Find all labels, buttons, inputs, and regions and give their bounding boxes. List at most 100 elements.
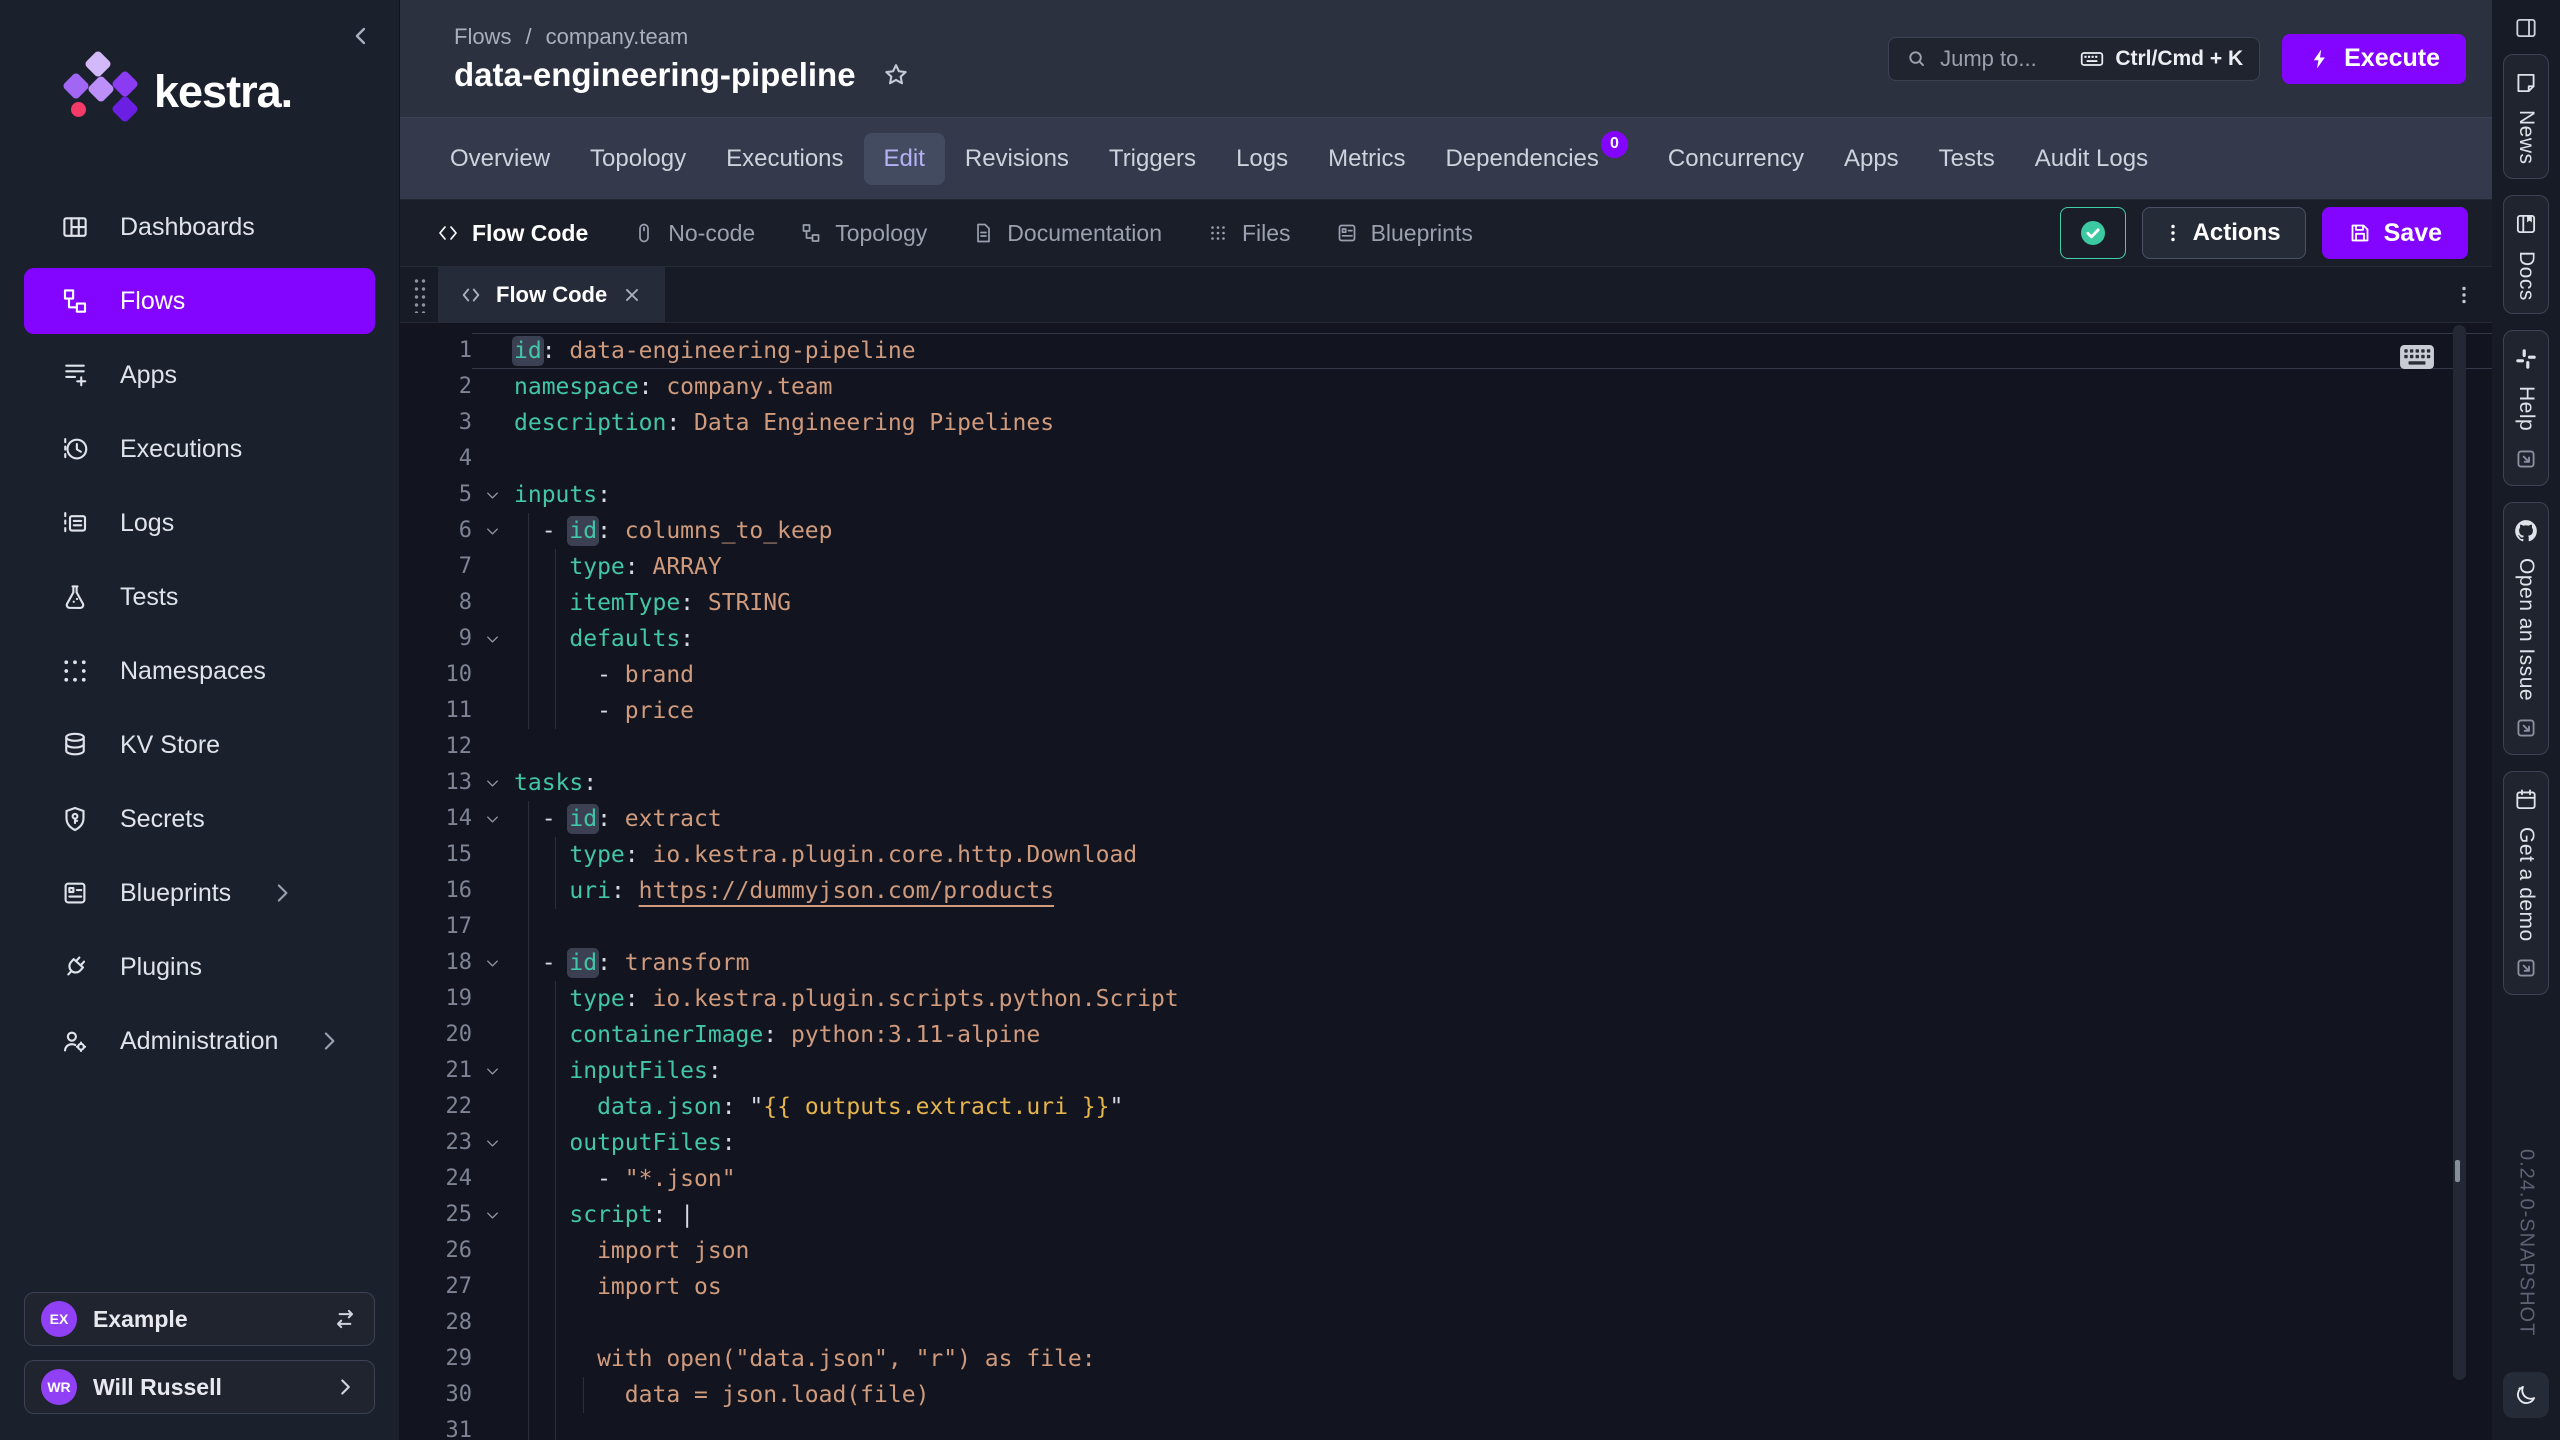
- view-no-code[interactable]: No-code: [632, 220, 755, 247]
- rail-docs-button[interactable]: Docs: [2503, 195, 2549, 315]
- fold-chevron-down-icon[interactable]: [472, 1053, 512, 1089]
- fold-chevron-down-icon[interactable]: [472, 1197, 512, 1233]
- sidebar-item-apps[interactable]: Apps: [24, 342, 375, 408]
- code-line[interactable]: 21 inputFiles:: [400, 1053, 2492, 1089]
- theme-toggle-button[interactable]: [2503, 1372, 2549, 1418]
- tab-label: Metrics: [1328, 145, 1405, 173]
- code-line[interactable]: 23 outputFiles:: [400, 1125, 2492, 1161]
- tab-revisions[interactable]: Revisions: [945, 133, 1089, 185]
- code-line[interactable]: 19 type: io.kestra.plugin.scripts.python…: [400, 981, 2492, 1017]
- code-line[interactable]: 7 type: ARRAY: [400, 549, 2492, 585]
- code-line[interactable]: 10 - brand: [400, 657, 2492, 693]
- code-line[interactable]: 17: [400, 909, 2492, 945]
- code-line[interactable]: 15 type: io.kestra.plugin.core.http.Down…: [400, 837, 2492, 873]
- code-line[interactable]: 27 import os: [400, 1269, 2492, 1305]
- rail-get-a-demo-button[interactable]: Get a demo: [2503, 771, 2549, 996]
- editor-tab-flow-code[interactable]: Flow Code: [438, 267, 665, 322]
- panel-toggle-icon[interactable]: [2506, 8, 2546, 48]
- collapse-sidebar-icon[interactable]: [347, 22, 375, 50]
- validation-status-button[interactable]: [2060, 207, 2126, 259]
- sidebar-item-dashboards[interactable]: Dashboards: [24, 194, 375, 260]
- sidebar-item-kv-store[interactable]: KV Store: [24, 712, 375, 778]
- rail-open-an-issue-button[interactable]: Open an Issue: [2503, 502, 2549, 755]
- code-line[interactable]: 8 itemType: STRING: [400, 585, 2492, 621]
- rail-help-button[interactable]: Help: [2503, 330, 2549, 485]
- code-line[interactable]: 31: [400, 1413, 2492, 1440]
- code-line[interactable]: 28: [400, 1305, 2492, 1341]
- sidebar-item-blueprints[interactable]: Blueprints: [24, 860, 375, 926]
- code-editor[interactable]: 1id: data-engineering-pipeline2namespace…: [400, 323, 2492, 1440]
- sidebar-item-namespaces[interactable]: Namespaces: [24, 638, 375, 704]
- code-line[interactable]: 22 data.json: "{{ outputs.extract.uri }}…: [400, 1089, 2492, 1125]
- code-line[interactable]: 13tasks:: [400, 765, 2492, 801]
- tab-topology[interactable]: Topology: [570, 133, 706, 185]
- fold-chevron-down-icon[interactable]: [472, 945, 512, 981]
- rail-news-button[interactable]: News: [2503, 54, 2549, 179]
- code-line[interactable]: 16 uri: https://dummyjson.com/products: [400, 873, 2492, 909]
- code-line[interactable]: 18 - id: transform: [400, 945, 2492, 981]
- fold-chevron-down-icon[interactable]: [472, 801, 512, 837]
- code-line[interactable]: 29 with open("data.json", "r") as file:: [400, 1341, 2492, 1377]
- code-line[interactable]: 11 - price: [400, 693, 2492, 729]
- view-files[interactable]: Files: [1206, 220, 1291, 247]
- fold-chevron-down-icon[interactable]: [472, 513, 512, 549]
- code-line[interactable]: 24 - "*.json": [400, 1161, 2492, 1197]
- tenant-switcher[interactable]: EX Example: [24, 1292, 375, 1346]
- executions-icon: [60, 434, 90, 464]
- sidebar-item-label: Logs: [120, 509, 174, 538]
- tab-dependencies[interactable]: Dependencies0: [1425, 133, 1647, 185]
- tab-audit-logs[interactable]: Audit Logs: [2015, 133, 2168, 185]
- fold-chevron-down-icon[interactable]: [472, 477, 512, 513]
- code-line[interactable]: 3description: Data Engineering Pipelines: [400, 405, 2492, 441]
- sidebar-item-secrets[interactable]: Secrets: [24, 786, 375, 852]
- execute-button[interactable]: Execute: [2282, 34, 2466, 84]
- tab-apps[interactable]: Apps: [1824, 133, 1919, 185]
- code-line[interactable]: 2namespace: company.team: [400, 369, 2492, 405]
- view-label: Flow Code: [472, 220, 588, 247]
- jump-to-search[interactable]: Jump to... Ctrl/Cmd + K: [1888, 37, 2260, 81]
- tab-concurrency[interactable]: Concurrency: [1648, 133, 1824, 185]
- tab-metrics[interactable]: Metrics: [1308, 133, 1425, 185]
- sidebar-item-administration[interactable]: Administration: [24, 1008, 375, 1074]
- sidebar-item-logs[interactable]: Logs: [24, 490, 375, 556]
- editor-menu-icon[interactable]: [2452, 283, 2476, 307]
- breadcrumb-flows[interactable]: Flows: [454, 24, 511, 50]
- editor-scrollbar[interactable]: [2453, 325, 2466, 1380]
- tab-tests[interactable]: Tests: [1919, 133, 2015, 185]
- code-line[interactable]: 9 defaults:: [400, 621, 2492, 657]
- code-line[interactable]: 5inputs:: [400, 477, 2492, 513]
- actions-button[interactable]: Actions: [2142, 207, 2306, 259]
- view-blueprints[interactable]: Blueprints: [1335, 220, 1473, 247]
- code-line[interactable]: 26 import json: [400, 1233, 2492, 1269]
- tab-overview[interactable]: Overview: [430, 133, 570, 185]
- user-menu[interactable]: WR Will Russell: [24, 1360, 375, 1414]
- sidebar-item-executions[interactable]: Executions: [24, 416, 375, 482]
- fold-chevron-down-icon[interactable]: [472, 1125, 512, 1161]
- code-line[interactable]: 20 containerImage: python:3.11-alpine: [400, 1017, 2492, 1053]
- kestra-logo[interactable]: kestra.: [58, 50, 399, 134]
- sidebar-item-tests[interactable]: Tests: [24, 564, 375, 630]
- drag-handle[interactable]: [400, 267, 438, 322]
- fold-chevron-down-icon[interactable]: [472, 621, 512, 657]
- sidebar-item-flows[interactable]: Flows: [24, 268, 375, 334]
- code-line[interactable]: 4: [400, 441, 2492, 477]
- code-line[interactable]: 6 - id: columns_to_keep: [400, 513, 2492, 549]
- code-line[interactable]: 12: [400, 729, 2492, 765]
- star-icon[interactable]: [882, 61, 910, 89]
- code-line[interactable]: 1id: data-engineering-pipeline: [400, 333, 2492, 369]
- breadcrumb-namespace[interactable]: company.team: [546, 24, 689, 50]
- view-documentation[interactable]: Documentation: [971, 220, 1162, 247]
- fold-chevron-down-icon[interactable]: [472, 765, 512, 801]
- tab-logs[interactable]: Logs: [1216, 133, 1308, 185]
- sidebar-item-plugins[interactable]: Plugins: [24, 934, 375, 1000]
- code-line[interactable]: 25 script: |: [400, 1197, 2492, 1233]
- code-line[interactable]: 14 - id: extract: [400, 801, 2492, 837]
- tab-triggers[interactable]: Triggers: [1089, 133, 1216, 185]
- save-button[interactable]: Save: [2322, 207, 2468, 259]
- tab-executions[interactable]: Executions: [706, 133, 863, 185]
- code-line[interactable]: 30 data = json.load(file): [400, 1377, 2492, 1413]
- view-flow-code[interactable]: Flow Code: [436, 220, 588, 247]
- tab-edit[interactable]: Edit: [864, 133, 945, 185]
- close-icon[interactable]: [621, 284, 643, 306]
- view-topology[interactable]: Topology: [799, 220, 927, 247]
